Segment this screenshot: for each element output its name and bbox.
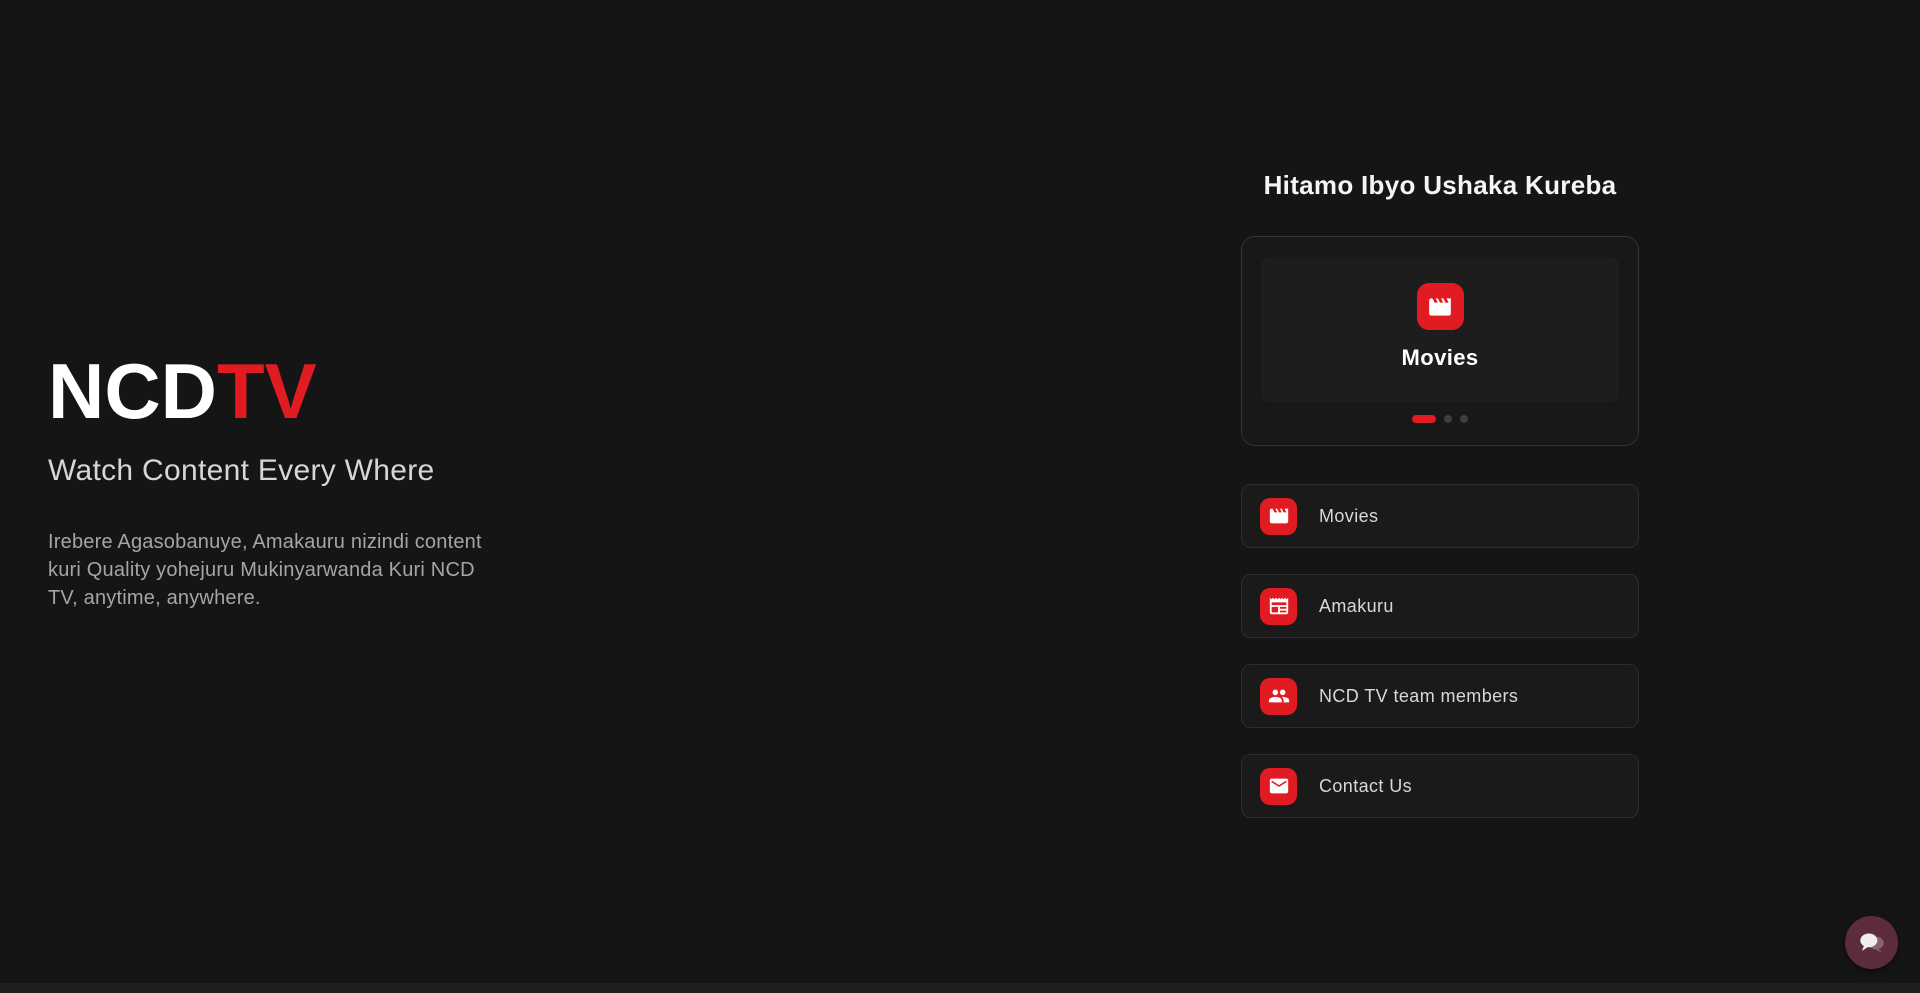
chooser-menu: Movies Amakuru NCD TV team members Conta… xyxy=(1241,484,1639,818)
people-icon xyxy=(1260,678,1297,715)
menu-item-amakuru[interactable]: Amakuru xyxy=(1241,574,1639,638)
hero-description: Irebere Agasobanuye, Amakauru nizindi co… xyxy=(48,528,500,612)
carousel-slide-label: Movies xyxy=(1402,345,1479,371)
content-chooser: Hitamo Ibyo Ushaka Kureba Movies Movies … xyxy=(1241,170,1639,844)
carousel-dot-1[interactable] xyxy=(1412,415,1436,423)
brand-logo-ncd: NCD xyxy=(48,347,217,435)
carousel-pagination xyxy=(1242,415,1638,423)
menu-item-label: NCD TV team members xyxy=(1319,686,1518,707)
menu-item-label: Movies xyxy=(1319,506,1378,527)
menu-item-label: Contact Us xyxy=(1319,776,1412,797)
tagline: Watch Content Every Where xyxy=(48,454,528,488)
movie-icon xyxy=(1417,283,1464,330)
chat-widget-button[interactable] xyxy=(1845,916,1898,969)
footer-strip xyxy=(0,983,1920,993)
email-icon xyxy=(1260,768,1297,805)
carousel-dot-3[interactable] xyxy=(1460,415,1468,423)
movie-icon xyxy=(1260,498,1297,535)
carousel-dot-2[interactable] xyxy=(1444,415,1452,423)
carousel-card: Movies xyxy=(1241,236,1639,446)
carousel-slide-movies[interactable]: Movies xyxy=(1261,257,1619,402)
menu-item-team-members[interactable]: NCD TV team members xyxy=(1241,664,1639,728)
hero-section: NCDTV Watch Content Every Where Irebere … xyxy=(48,352,528,612)
menu-item-movies[interactable]: Movies xyxy=(1241,484,1639,548)
chat-bubbles-icon xyxy=(1855,926,1889,960)
menu-item-contact-us[interactable]: Contact Us xyxy=(1241,754,1639,818)
menu-item-label: Amakuru xyxy=(1319,596,1394,617)
chooser-heading: Hitamo Ibyo Ushaka Kureba xyxy=(1241,170,1639,201)
brand-logo: NCDTV xyxy=(48,352,528,430)
newspaper-icon xyxy=(1260,588,1297,625)
brand-logo-tv: TV xyxy=(217,347,317,435)
